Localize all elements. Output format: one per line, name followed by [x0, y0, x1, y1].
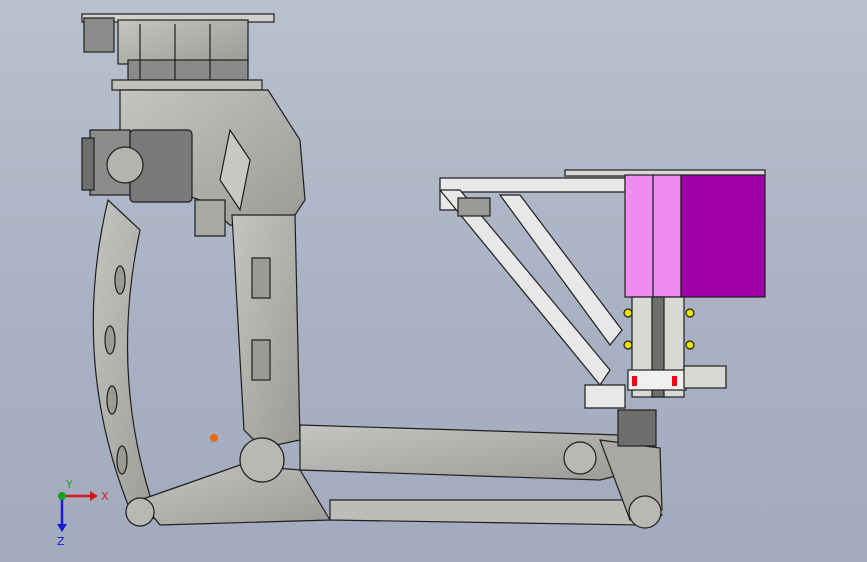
z-axis-label: Z: [57, 535, 65, 548]
robot-upper-arm: [231, 214, 301, 449]
robot-lower-arm: [125, 424, 664, 529]
end-effector-frame: [438, 177, 626, 409]
robot-model-view[interactable]: X Y Z: [0, 0, 867, 562]
robot-curved-link: [92, 198, 159, 521]
x-axis-label: X: [101, 490, 109, 503]
linear-actuator: [623, 296, 727, 398]
cad-viewport[interactable]: X Y Z: [0, 0, 867, 562]
robot-wrist: [617, 409, 657, 447]
y-axis-arrow: [58, 492, 66, 500]
robot-base: [81, 13, 275, 91]
axis-triad: X Y Z: [57, 478, 109, 548]
y-axis-label: Y: [65, 478, 73, 491]
